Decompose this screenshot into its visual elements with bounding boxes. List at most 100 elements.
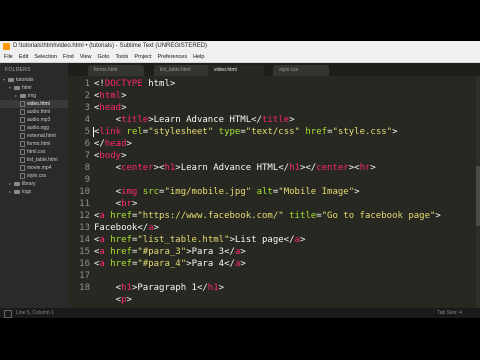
attribute-token: href (110, 235, 132, 245)
sidebar-item-label: html (22, 85, 32, 91)
sidebar-item-label: logs (22, 189, 32, 195)
line-number: 16 (79, 259, 90, 269)
menu-bar: File Edit Selection Find View Goto Tools Projec… (0, 52, 480, 63)
text-token: < (94, 199, 122, 209)
sidebar-item-label: audio.ogg (27, 125, 49, 131)
sidebar-item-html-css[interactable]: html.css (0, 148, 68, 156)
sidebar-item-html[interactable]: ▾ html (0, 84, 68, 92)
tag-token: img (121, 187, 138, 197)
menu-item-goto[interactable]: Goto (98, 52, 110, 62)
sidebar-item-tutorials[interactable]: ▾ tutorials (0, 76, 68, 84)
tag-token: link (99, 127, 122, 137)
code-line[interactable]: <!DOCTYPE html> (94, 78, 175, 90)
sidebar-item-audio-mp3[interactable]: audio.mp3 (0, 116, 68, 124)
sidebar-item-label: audio.html (27, 109, 51, 115)
string-token: "Go to facebook page" (321, 211, 436, 221)
sidebar-title: FOLDERS (5, 67, 31, 73)
string-token: "text/css" (245, 127, 300, 137)
vertical-scrollbar[interactable] (476, 76, 480, 308)
menu-item-project[interactable]: Project (134, 52, 151, 62)
code-line[interactable]: Facebook</a> (94, 222, 159, 234)
sidebar-item-style-css[interactable]: style.css (0, 172, 68, 180)
sidebar-item-video-html[interactable]: video.html (0, 100, 68, 108)
code-line[interactable]: <h1>Paragraph 1</h1> (94, 282, 224, 294)
scrollbar-thumb[interactable] (476, 166, 480, 226)
sidebar-item-external-html[interactable]: external.html (0, 132, 68, 140)
sidebar-item-label: style.css (27, 173, 47, 179)
status-tab-size[interactable]: Tab Size: 4 (437, 308, 462, 318)
text-token: < (94, 115, 122, 125)
code-line[interactable]: <a href="#para_4">Para 4</a> (94, 258, 246, 270)
menu-item-view[interactable]: View (80, 52, 92, 62)
sidebar-item-label: external.html (27, 133, 56, 139)
tab-video-html[interactable]: video.html (208, 65, 264, 76)
sidebar-item-movie-mp4[interactable]: movie.mp4 (0, 164, 68, 172)
code-line[interactable]: <a href="https://www.facebook.com/" titl… (94, 210, 441, 222)
status-position: Line 5, Column 1 (16, 310, 54, 316)
menu-item-edit[interactable]: Edit (19, 52, 28, 62)
text-token: > (289, 115, 295, 125)
tag-token: hr (359, 163, 371, 173)
menu-item-preferences[interactable]: Preferences (157, 52, 187, 62)
sidebar-item-audio-ogg[interactable]: audio.ogg (0, 124, 68, 132)
text-token: > (121, 91, 127, 101)
code-line[interactable]: <img src="img/mobile.jpg" alt="Mobile Im… (94, 186, 360, 198)
text-token: > (153, 223, 160, 233)
tab-bar: forms.html list_table.html video.html style… (68, 63, 480, 76)
tab-forms-html[interactable]: forms.html (88, 65, 144, 76)
sidebar-item-list-table-html[interactable]: list_table.html (0, 156, 68, 164)
menu-item-file[interactable]: File (4, 52, 13, 62)
string-token: "img/mobile.jpg" (164, 187, 252, 197)
folder-icon (8, 77, 14, 82)
line-number: 6 (84, 139, 90, 149)
video-letterbox-bottom (0, 318, 480, 360)
string-token: "https://www.facebook.com/" (137, 211, 284, 221)
code-line[interactable]: <title>Learn Advance HTML</title> (94, 114, 295, 126)
attribute-token: href (110, 259, 132, 269)
tag-token: body (99, 151, 122, 161)
code-line[interactable]: </head> (94, 138, 132, 150)
code-line[interactable]: <br> (94, 198, 138, 210)
code-line[interactable]: <html> (94, 90, 127, 102)
text-token: > (121, 103, 127, 113)
tag-token: title (261, 115, 290, 125)
code-line[interactable]: <link rel="stylesheet" type="text/css" h… (93, 126, 398, 138)
sidebar-item-logs[interactable]: ▸ logs (0, 188, 68, 196)
sidebar-item-label: video.html (27, 101, 50, 107)
panel-toggle-icon[interactable] (4, 310, 12, 318)
menu-item-find[interactable]: Find (63, 52, 74, 62)
sidebar-item-library[interactable]: ▸ library (0, 180, 68, 188)
text-token: >Learn Advance HTML</ (175, 163, 290, 173)
menu-item-tools[interactable]: Tools (115, 52, 128, 62)
code-line[interactable]: <head> (94, 102, 127, 114)
text-token: html> (142, 79, 176, 89)
file-icon (20, 100, 25, 107)
tag-token: center (316, 163, 349, 173)
code-line[interactable]: <a href="#para_3">Para 3</a> (94, 246, 246, 258)
code-line[interactable]: <center><h1>Learn Advance HTML</h1></cen… (94, 162, 376, 174)
attribute-token: rel (126, 127, 143, 137)
string-token: "Mobile Image" (278, 187, 355, 197)
tag-token: title (121, 115, 149, 125)
menu-item-selection[interactable]: Selection (34, 52, 57, 62)
code-editor[interactable]: <!DOCTYPE html> <html> <head> <title>Learn… (93, 76, 480, 308)
text-token: < (94, 295, 122, 305)
string-token: "list_table.html" (137, 235, 230, 245)
line-number: 7 (84, 151, 90, 161)
tag-token: DOCTYPE (104, 79, 143, 89)
sidebar-item-img[interactable]: ▸ img (0, 92, 68, 100)
tab-style-css[interactable]: style.css (273, 65, 329, 76)
code-line[interactable]: <p> (94, 294, 132, 306)
tag-token: h1 (289, 163, 300, 173)
status-bar: Line 5, Column 1 Tab Size: 4 (0, 308, 480, 318)
code-line[interactable]: <a href="list_table.html">List page</a> (94, 234, 305, 246)
code-line[interactable]: <body> (94, 150, 127, 162)
tab-list-table-html[interactable]: list_table.html (154, 65, 210, 76)
sidebar-item-forms-html[interactable]: forms.html (0, 140, 68, 148)
sidebar-item-audio-html[interactable]: audio.html (0, 108, 68, 116)
text-token: > (392, 127, 398, 137)
sidebar-item-label: movie.mp4 (27, 165, 52, 171)
menu-item-help[interactable]: Help (193, 52, 204, 62)
tag-token: center (121, 163, 154, 173)
text-token: ></ (299, 163, 317, 173)
